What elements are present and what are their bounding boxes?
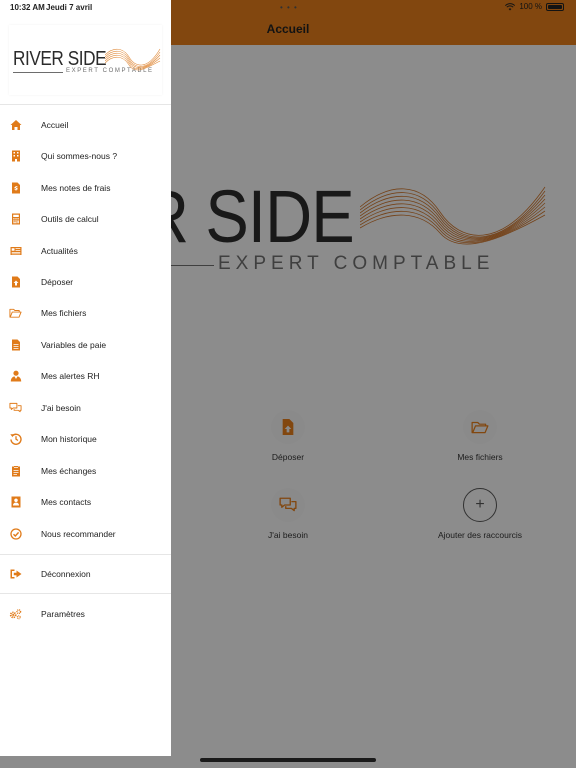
newspaper-icon (9, 244, 22, 257)
status-date: Jeudi 7 avril (46, 3, 93, 12)
menu-item-label: Mes échanges (41, 466, 97, 476)
menu-item-actualites[interactable]: Actualités (0, 236, 171, 266)
receipt-icon (9, 181, 22, 194)
menu-item-nous-recommander[interactable]: Nous recommander (0, 519, 171, 549)
menu-item-label: Actualités (41, 246, 78, 256)
wave-logo-icon (105, 48, 161, 71)
menu-item-alertes-rh[interactable]: Mes alertes RH (0, 361, 171, 391)
menu-item-label: Variables de paie (41, 340, 107, 350)
user-tie-icon (9, 369, 22, 382)
menu-item-notes-de-frais[interactable]: Mes notes de frais (0, 173, 171, 203)
menu-item-label: Mon historique (41, 434, 97, 444)
home-indicator[interactable] (200, 758, 376, 762)
chat-bubbles-icon (9, 401, 22, 414)
menu-item-parametres[interactable]: Paramètres (0, 599, 171, 629)
menu-item-qui-sommes-nous[interactable]: Qui sommes-nous ? (0, 141, 171, 171)
menu-item-label: Paramètres (41, 609, 85, 619)
menu-item-label: Mes alertes RH (41, 371, 100, 381)
menu-item-outils-de-calcul[interactable]: Outils de calcul (0, 204, 171, 234)
menu-item-label: Mes notes de frais (41, 183, 111, 193)
calculator-icon (9, 212, 22, 225)
building-icon (9, 149, 22, 162)
menu-item-label: Mes contacts (41, 497, 92, 507)
side-drawer: 10:32 AM Jeudi 7 avril RIVER SIDE EXPERT… (0, 0, 171, 756)
cogs-icon (9, 607, 22, 620)
divider (0, 104, 171, 105)
menu-item-label: Accueil (41, 120, 69, 130)
menu-item-deposer[interactable]: Déposer (0, 267, 171, 297)
divider (0, 554, 171, 555)
menu-item-label: Déposer (41, 277, 74, 287)
menu-item-label: J'ai besoin (41, 403, 81, 413)
menu-item-mes-fichiers[interactable]: Mes fichiers (0, 298, 171, 328)
folder-open-icon (9, 306, 22, 319)
menu-item-variables-de-paie[interactable]: Variables de paie (0, 330, 171, 360)
contact-card-icon (9, 495, 22, 508)
clipboard-icon (9, 464, 22, 477)
menu-item-label: Nous recommander (41, 529, 116, 539)
check-circle-icon (9, 527, 22, 540)
menu-item-label: Déconnexion (41, 569, 91, 579)
divider (0, 593, 171, 594)
brand-logo: RIVER SIDE EXPERT COMPTABLE (9, 25, 162, 95)
menu-item-historique[interactable]: Mon historique (0, 424, 171, 454)
menu-item-mes-echanges[interactable]: Mes échanges (0, 456, 171, 486)
menu-item-label: Mes fichiers (41, 308, 87, 318)
menu-item-accueil[interactable]: Accueil (0, 110, 171, 140)
home-icon (9, 118, 22, 131)
sign-out-icon (9, 567, 22, 580)
document-icon (9, 338, 22, 351)
logo-rule (13, 72, 63, 73)
status-time: 10:32 AM (10, 3, 45, 12)
menu-item-label: Outils de calcul (41, 214, 99, 224)
history-icon (9, 432, 22, 445)
menu-item-jai-besoin[interactable]: J'ai besoin (0, 393, 171, 423)
file-upload-icon (9, 275, 22, 288)
menu-item-mes-contacts[interactable]: Mes contacts (0, 487, 171, 517)
menu-item-label: Qui sommes-nous ? (41, 151, 118, 161)
menu-item-deconnexion[interactable]: Déconnexion (0, 559, 171, 589)
